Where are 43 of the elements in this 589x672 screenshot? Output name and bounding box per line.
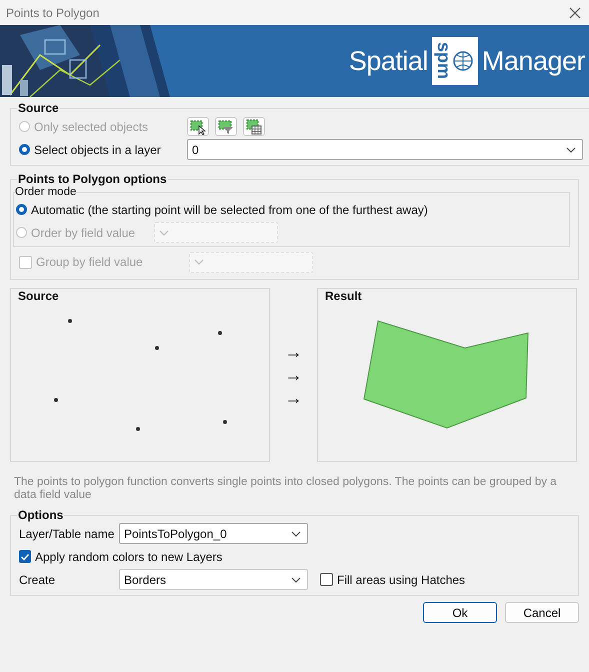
layer-dropdown[interactable]: 0 bbox=[187, 139, 583, 160]
filter-icon[interactable] bbox=[215, 117, 237, 136]
radio-button[interactable] bbox=[16, 204, 27, 215]
field-label: Create bbox=[19, 572, 56, 586]
create-dropdown[interactable]: Borders bbox=[119, 569, 308, 590]
arrow: → bbox=[284, 387, 302, 409]
window-title: Points to Polygon bbox=[6, 6, 100, 20]
chevron-down-icon bbox=[291, 576, 301, 582]
close-icon[interactable] bbox=[569, 6, 581, 18]
chevron-down-icon bbox=[566, 146, 576, 152]
layer-name-dropdown[interactable]: PointsToPolygon_0 bbox=[119, 523, 308, 544]
chevron-down-icon bbox=[194, 259, 204, 265]
group-title: Source bbox=[17, 101, 60, 115]
radio-label: Automatic (the starting point will be selected from one of the furthest away) bbox=[31, 202, 428, 216]
arrow: → bbox=[284, 364, 302, 386]
arrow: → bbox=[284, 341, 302, 363]
field-label: Layer/Table name bbox=[19, 526, 116, 540]
checkbox[interactable] bbox=[320, 573, 333, 586]
group-title: Options bbox=[17, 508, 64, 522]
radio-button[interactable] bbox=[19, 144, 30, 155]
checkbox-label: Fill areas using Hatches bbox=[337, 572, 466, 586]
panel-title: Source bbox=[18, 289, 59, 303]
table-icon[interactable] bbox=[243, 117, 265, 136]
logo-text: Manager bbox=[482, 46, 585, 76]
group-title: Points to Polygon options bbox=[17, 172, 168, 186]
cancel-button[interactable]: Cancel bbox=[505, 602, 579, 623]
chevron-down-icon bbox=[291, 530, 301, 536]
checkbox-label: Group by field value bbox=[36, 255, 143, 269]
logo-badge: spm bbox=[432, 37, 478, 85]
panel-title: Result bbox=[325, 289, 362, 303]
field-dropdown[interactable] bbox=[189, 252, 313, 272]
radio-label: Select objects in a layer bbox=[34, 142, 161, 156]
field-dropdown[interactable] bbox=[154, 222, 278, 243]
description-text: The points to polygon function converts single points into closed polygons. The points can be grouped by a data field value bbox=[14, 476, 558, 502]
ok-button[interactable]: Ok bbox=[423, 602, 497, 623]
checkbox[interactable] bbox=[19, 550, 31, 563]
radio-label: Only selected objects bbox=[34, 120, 148, 134]
select-objects-icon[interactable] bbox=[187, 117, 209, 136]
group-title: Order mode bbox=[15, 186, 76, 198]
checkbox-label: Apply random colors to new Layers bbox=[35, 550, 222, 564]
chevron-down-icon bbox=[159, 230, 169, 236]
radio-label: Order by field value bbox=[31, 226, 136, 240]
logo-text: Spatial bbox=[348, 46, 428, 76]
